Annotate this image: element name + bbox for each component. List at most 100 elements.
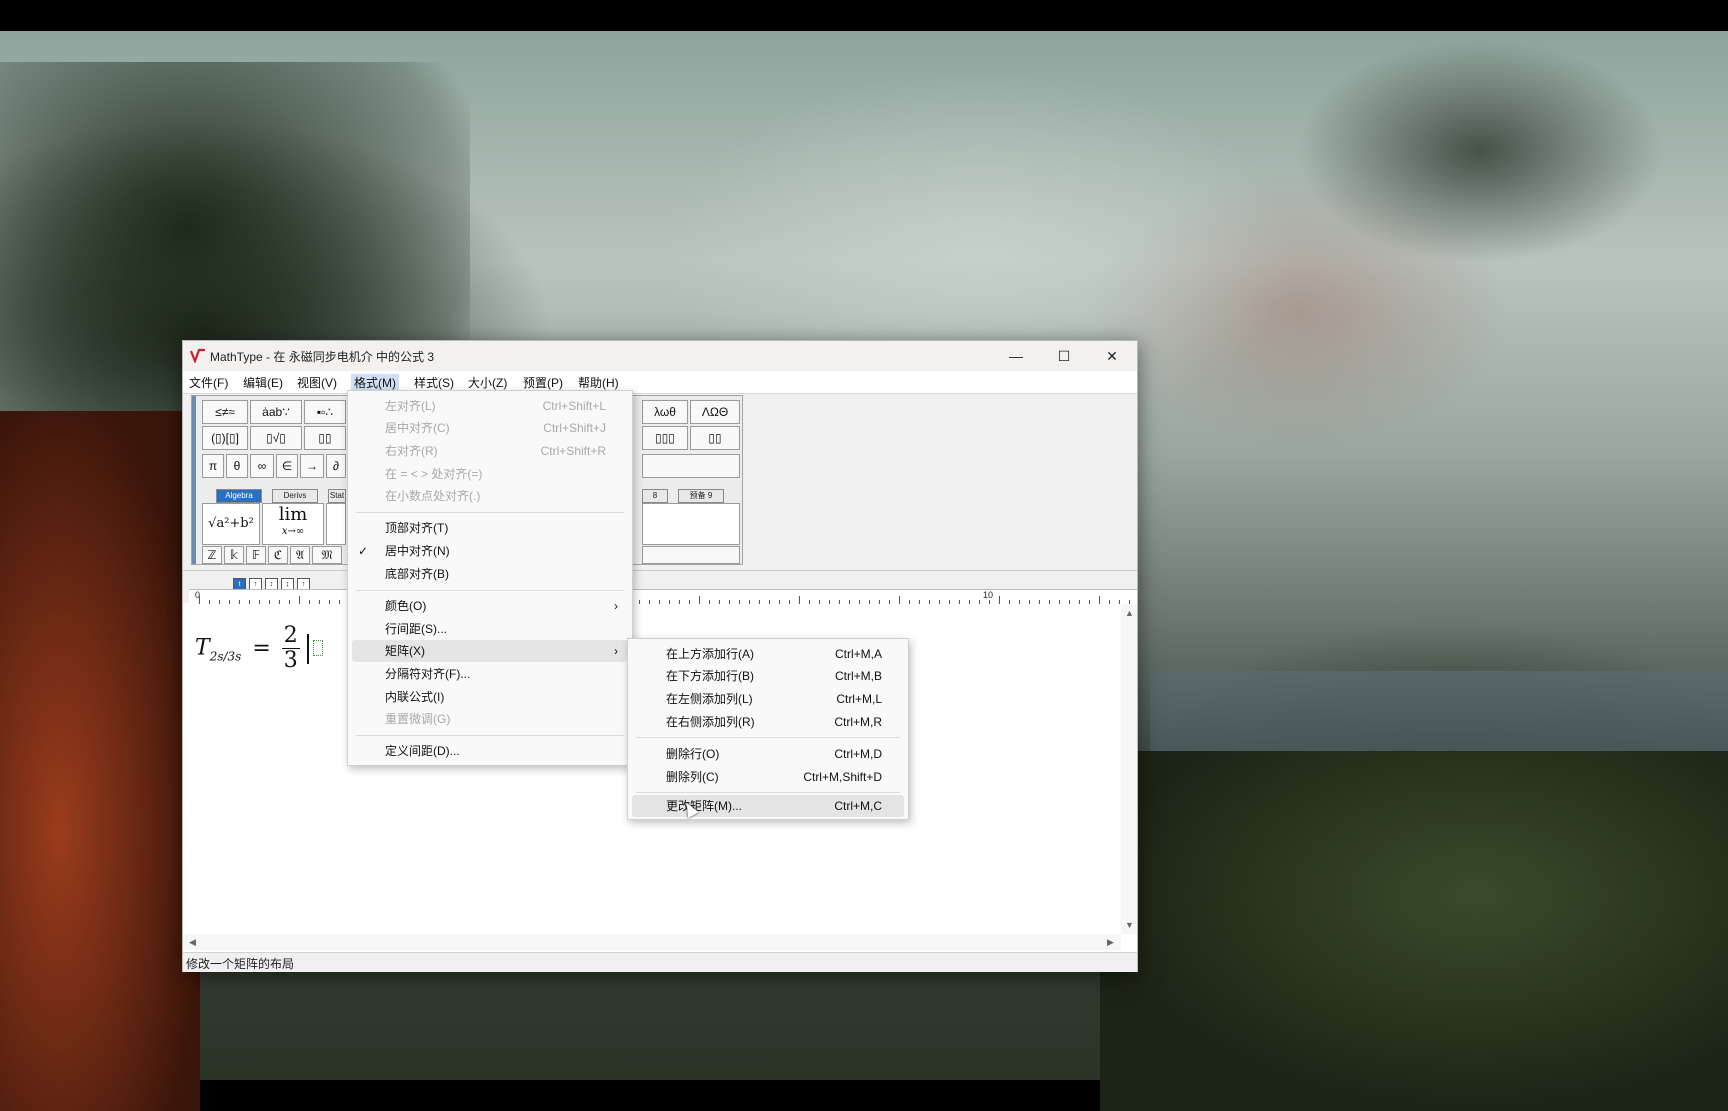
- fences-palette-button[interactable]: (▯)[▯]: [202, 426, 248, 450]
- tab-9[interactable]: 预备 9: [678, 489, 724, 503]
- embellishment-palette-button[interactable]: ▪▫∴: [304, 400, 346, 424]
- pi-button[interactable]: π: [202, 454, 224, 478]
- menu-style[interactable]: 样式(S): [414, 374, 454, 391]
- infinity-button[interactable]: ∞: [250, 454, 274, 478]
- close-button[interactable]: ✕: [1089, 341, 1135, 371]
- menu-item-align-middle[interactable]: ✓ 居中对齐(N): [348, 540, 632, 562]
- ruler-tick: [699, 596, 700, 604]
- menu-item-color[interactable]: 颜色(O) ›: [348, 595, 632, 617]
- tab-derivs[interactable]: Derivs: [272, 489, 318, 503]
- user-slot-bottom[interactable]: [642, 546, 740, 564]
- screen-top-bar: [0, 0, 1728, 31]
- fraktur-m-button[interactable]: 𝔐: [312, 546, 342, 564]
- palette-grip[interactable]: [192, 396, 196, 564]
- hypotenuse-template-button[interactable]: √a²+b²: [202, 503, 260, 545]
- ruler-tick: [1099, 596, 1100, 604]
- menu-separator: [356, 590, 624, 591]
- matrix-cell-1[interactable]: [312, 639, 323, 656]
- wallpaper-hill: [1100, 751, 1728, 1111]
- spaces-palette-button[interactable]: ȧab∵: [250, 400, 302, 424]
- theta-button[interactable]: θ: [226, 454, 248, 478]
- menu-bar: 文件(F) 编辑(E) 视图(V) 格式(M) 样式(S) 大小(Z) 预置(P…: [183, 371, 1137, 394]
- menu-item-align-center[interactable]: 居中对齐(C) Ctrl+Shift+J: [348, 417, 632, 439]
- tab-algebra[interactable]: Algebra: [216, 489, 262, 503]
- ruler[interactable]: 0 10: [189, 589, 1140, 605]
- ruler-tick: [999, 596, 1000, 604]
- relations-palette-button[interactable]: ≤≠≈: [202, 400, 248, 424]
- scroll-right-arrow-icon[interactable]: ▶: [1107, 937, 1114, 948]
- menu-edit[interactable]: 编辑(E): [243, 374, 283, 391]
- greek-lower-palette-button[interactable]: λωθ: [642, 400, 688, 424]
- wallpaper-cliff: [0, 411, 200, 1111]
- menu-item-inline-equation[interactable]: 内联公式(I): [348, 686, 632, 708]
- menu-item-align-decimal[interactable]: 在小数点处对齐(.): [348, 485, 632, 507]
- submenu-item-add-col-left[interactable]: 在左侧添加列(L) Ctrl+M,L: [628, 688, 908, 710]
- element-of-button[interactable]: ∈: [276, 454, 298, 478]
- menu-help[interactable]: 帮助(H): [578, 374, 619, 391]
- fraction-radical-palette-button[interactable]: ▯√▯: [250, 426, 302, 450]
- minimize-button[interactable]: —: [993, 341, 1039, 371]
- menu-size[interactable]: 大小(Z): [468, 374, 507, 391]
- double-struck-k-button[interactable]: 𝕜: [224, 546, 244, 564]
- menu-format[interactable]: 格式(M): [351, 374, 399, 391]
- menu-separator: [356, 512, 624, 513]
- equation-equals: =: [252, 635, 271, 661]
- maximize-button[interactable]: ☐: [1041, 341, 1087, 371]
- fraction-numerator: 2: [281, 623, 300, 649]
- subscript-palette-button[interactable]: ▯▯: [304, 426, 346, 450]
- menu-separator: [356, 735, 624, 736]
- menu-item-align-top[interactable]: 顶部对齐(T): [348, 517, 632, 539]
- scroll-left-arrow-icon[interactable]: ◀: [189, 937, 196, 948]
- menu-item-align-right[interactable]: 右对齐(R) Ctrl+Shift+R: [348, 440, 632, 462]
- ruler-tick: [899, 596, 900, 604]
- menu-item-align-relation[interactable]: 在 = < > 处对齐(=): [348, 463, 632, 485]
- arrow-button[interactable]: →: [300, 454, 324, 478]
- menu-file[interactable]: 文件(F): [189, 374, 228, 391]
- check-icon: ✓: [358, 544, 369, 558]
- ruler-strip: t ↑ ↕ ↨ ↑ 0 10: [183, 571, 1140, 605]
- format-menu: 左对齐(L) Ctrl+Shift+L 居中对齐(C) Ctrl+Shift+J 右…: [347, 390, 633, 766]
- matrix-palette-button[interactable]: ▯▯▯: [642, 426, 688, 450]
- scroll-up-arrow-icon[interactable]: ▲: [1125, 608, 1134, 618]
- menu-item-matrix[interactable]: 矩阵(X) ›: [352, 640, 628, 662]
- menu-item-define-spacing[interactable]: 定义间距(D)...: [348, 740, 632, 762]
- ruler-tick: [199, 596, 200, 604]
- vertical-scrollbar[interactable]: ▲ ▼: [1121, 604, 1137, 934]
- partial-button[interactable]: ∂: [326, 454, 346, 478]
- tab-stat[interactable]: Stat: [328, 489, 346, 503]
- user-template-slot[interactable]: [642, 503, 740, 545]
- title-bar[interactable]: MathType - 在 永磁同步电机介 中的公式 3 — ☐ ✕: [183, 341, 1137, 371]
- submenu-item-add-row-above[interactable]: 在上方添加行(A) Ctrl+M,A: [628, 643, 908, 665]
- limit-template-button[interactable]: lim x→∞: [262, 503, 324, 545]
- small-bar-slot[interactable]: [642, 454, 740, 478]
- equation-fraction: 2 3: [281, 623, 300, 673]
- submenu-item-add-col-right[interactable]: 在右侧添加列(R) Ctrl+M,R: [628, 711, 908, 733]
- fraktur-c-button[interactable]: ℭ: [268, 546, 288, 564]
- scroll-down-arrow-icon[interactable]: ▼: [1125, 920, 1134, 930]
- menu-preferences[interactable]: 预置(P): [523, 374, 563, 391]
- toolbar-area: ≤≠≈ ȧab∵ ▪▫∴ λωθ ΛΩΘ (▯)[▯] ▯√▯ ▯▯ ▯▯▯ ▯…: [183, 394, 1137, 571]
- fraktur-f-button[interactable]: 𝔽: [246, 546, 266, 564]
- fraction-denominator: 3: [283, 648, 298, 673]
- menu-separator: [636, 737, 900, 738]
- menu-item-line-spacing[interactable]: 行间距(S)...: [348, 618, 632, 640]
- submenu-item-delete-row[interactable]: 删除行(O) Ctrl+M,D: [628, 743, 908, 765]
- submenu-item-add-row-below[interactable]: 在下方添加行(B) Ctrl+M,B: [628, 665, 908, 687]
- greek-upper-palette-button[interactable]: ΛΩΘ: [690, 400, 740, 424]
- fraktur-a-button[interactable]: 𝔄: [290, 546, 310, 564]
- equation-lhs: T: [195, 635, 210, 661]
- ruler-tick: [1139, 600, 1140, 604]
- menu-view[interactable]: 视图(V): [297, 374, 337, 391]
- box-palette-button[interactable]: ▯▯: [690, 426, 740, 450]
- double-struck-z-button[interactable]: ℤ: [202, 546, 222, 564]
- tab-8[interactable]: 8: [642, 489, 668, 503]
- partial-template-button[interactable]: [326, 503, 346, 545]
- menu-item-reset-nudge[interactable]: 重置微调(G): [348, 708, 632, 730]
- menu-item-separator-align[interactable]: 分隔符对齐(F)...: [348, 663, 632, 685]
- ruler-tick: [299, 596, 300, 604]
- menu-item-align-bottom[interactable]: 底部对齐(B): [348, 563, 632, 585]
- submenu-item-change-matrix[interactable]: 更改矩阵(M)... Ctrl+M,C: [632, 795, 904, 817]
- horizontal-scrollbar[interactable]: ◀ ▶: [183, 934, 1121, 950]
- submenu-item-delete-col[interactable]: 删除列(C) Ctrl+M,Shift+D: [628, 766, 908, 788]
- menu-item-align-left[interactable]: 左对齐(L) Ctrl+Shift+L: [348, 395, 632, 417]
